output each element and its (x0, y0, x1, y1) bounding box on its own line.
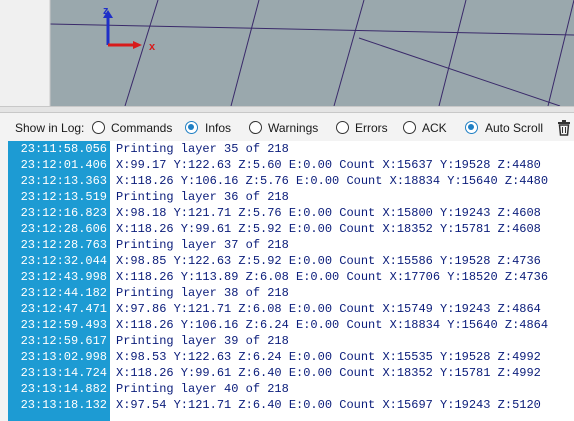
log-message: X:97.86 Y:121.71 Z:6.08 E:0.00 Count X:1… (116, 302, 541, 316)
infos-label[interactable]: Infos (205, 121, 231, 135)
log-message: Printing layer 40 of 218 (116, 382, 289, 396)
log-timestamp: 23:12:16.823 (8, 205, 110, 221)
log-timestamp: 23:12:01.406 (8, 157, 110, 173)
log-message: X:118.26 Y:99.61 Z:5.92 E:0.00 Count X:1… (116, 222, 541, 236)
log-entry: 23:12:13.363 X:118.26 Y:106.16 Z:5.76 E:0… (8, 173, 574, 189)
log-message: X:99.17 Y:122.63 Z:5.60 E:0.00 Count X:1… (116, 158, 541, 172)
log-timestamp: 23:12:28.763 (8, 237, 110, 253)
log-timestamp: 23:13:14.882 (8, 381, 110, 397)
log-timestamp: 23:12:47.471 (8, 301, 110, 317)
log-entry: 23:13:02.998 X:98.53 Y:122.63 Z:6.24 E:0.… (8, 349, 574, 365)
log-entry: 23:12:44.182 Printing layer 38 of 218 (8, 285, 574, 301)
log-entry: 23:13:14.882 Printing layer 40 of 218 (8, 381, 574, 397)
log-message: Printing layer 37 of 218 (116, 238, 289, 252)
log-message: X:98.53 Y:122.63 Z:6.24 E:0.00 Count X:1… (116, 350, 541, 364)
trash-icon[interactable] (557, 120, 571, 136)
log-entry: 23:12:59.493 X:118.26 Y:106.16 Z:6.24 E:0… (8, 317, 574, 333)
log-entry: 23:12:28.606 X:118.26 Y:99.61 Z:5.92 E:0.… (8, 221, 574, 237)
log-entry: 23:12:16.823 X:98.18 Y:121.71 Z:5.76 E:0.… (8, 205, 574, 221)
z-axis-label: z (103, 5, 109, 17)
x-axis-label: x (149, 41, 156, 53)
log-message: X:118.26 Y:106.16 Z:6.24 E:0.00 Count X:… (116, 318, 549, 332)
log-message: X:98.85 Y:122.63 Z:5.92 E:0.00 Count X:1… (116, 254, 541, 268)
log-entry: 23:11:58.056 Printing layer 35 of 218 (8, 141, 574, 157)
log-timestamp: 23:12:59.493 (8, 317, 110, 333)
log-timestamp: 23:12:28.606 (8, 221, 110, 237)
ack-label[interactable]: ACK (422, 121, 447, 135)
log-timestamp: 23:12:13.519 (8, 189, 110, 205)
errors-radio[interactable] (336, 121, 349, 134)
log-message: Printing layer 36 of 218 (116, 190, 289, 204)
log-entry: 23:12:47.471 X:97.86 Y:121.71 Z:6.08 E:0.… (8, 301, 574, 317)
warnings-radio[interactable] (249, 121, 262, 134)
auto-scroll-radio[interactable] (465, 121, 478, 134)
log-message: X:118.26 Y:99.61 Z:6.40 E:0.00 Count X:1… (116, 366, 541, 380)
print-bed-grid: z x (49, 0, 574, 106)
log-message: Printing layer 35 of 218 (116, 142, 289, 156)
log-entry: 23:12:28.763 Printing layer 37 of 218 (8, 237, 574, 253)
show-in-log-label: Show in Log: (15, 121, 85, 135)
ack-radio[interactable] (403, 121, 416, 134)
log-entry: 23:12:59.617 Printing layer 39 of 218 (8, 333, 574, 349)
infos-radio[interactable] (185, 121, 198, 134)
errors-label[interactable]: Errors (355, 121, 388, 135)
log-message: X:98.18 Y:121.71 Z:5.76 E:0.00 Count X:1… (116, 206, 541, 220)
log-timestamp: 23:13:02.998 (8, 349, 110, 365)
log-entry: 23:12:32.044 X:98.85 Y:122.63 Z:5.92 E:0.… (8, 253, 574, 269)
log-message: X:97.54 Y:121.71 Z:6.40 E:0.00 Count X:1… (116, 398, 541, 412)
log-panel[interactable]: 23:11:58.056 Printing layer 35 of 218 23:1… (8, 141, 574, 421)
log-timestamp: 23:12:59.617 (8, 333, 110, 349)
log-timestamp: 23:13:18.132 (8, 397, 110, 413)
log-message: X:118.26 Y:106.16 Z:5.76 E:0.00 Count X:… (116, 174, 549, 188)
log-message: Printing layer 38 of 218 (116, 286, 289, 300)
log-timestamp: 23:11:58.056 (8, 141, 110, 157)
log-timestamp: 23:12:32.044 (8, 253, 110, 269)
log-timestamp: 23:12:44.182 (8, 285, 110, 301)
log-entry: 23:13:14.724 X:118.26 Y:99.61 Z:6.40 E:0.… (8, 365, 574, 381)
commands-label[interactable]: Commands (111, 121, 172, 135)
log-timestamp: 23:12:13.363 (8, 173, 110, 189)
warnings-label[interactable]: Warnings (268, 121, 318, 135)
log-entry: 23:12:13.519 Printing layer 36 of 218 (8, 189, 574, 205)
log-entry: 23:12:43.998 X:118.26 Y:113.89 Z:6.08 E:0… (8, 269, 574, 285)
log-message: Printing layer 39 of 218 (116, 334, 289, 348)
log-timestamp: 23:12:43.998 (8, 269, 110, 285)
log-message: X:118.26 Y:113.89 Z:6.08 E:0.00 Count X:… (116, 270, 549, 284)
log-entry: 23:12:01.406 X:99.17 Y:122.63 Z:5.60 E:0.… (8, 157, 574, 173)
3d-viewport[interactable]: z x (0, 0, 574, 106)
log-entry: 23:13:18.132 X:97.54 Y:121.71 Z:6.40 E:0.… (8, 397, 574, 413)
auto-scroll-label[interactable]: Auto Scroll (485, 121, 543, 135)
log-filter-toolbar: Show in Log: Commands Infos Warnings Err… (0, 113, 574, 141)
log-timestamp: 23:13:14.724 (8, 365, 110, 381)
commands-radio[interactable] (92, 121, 105, 134)
panel-splitter[interactable] (0, 106, 574, 113)
